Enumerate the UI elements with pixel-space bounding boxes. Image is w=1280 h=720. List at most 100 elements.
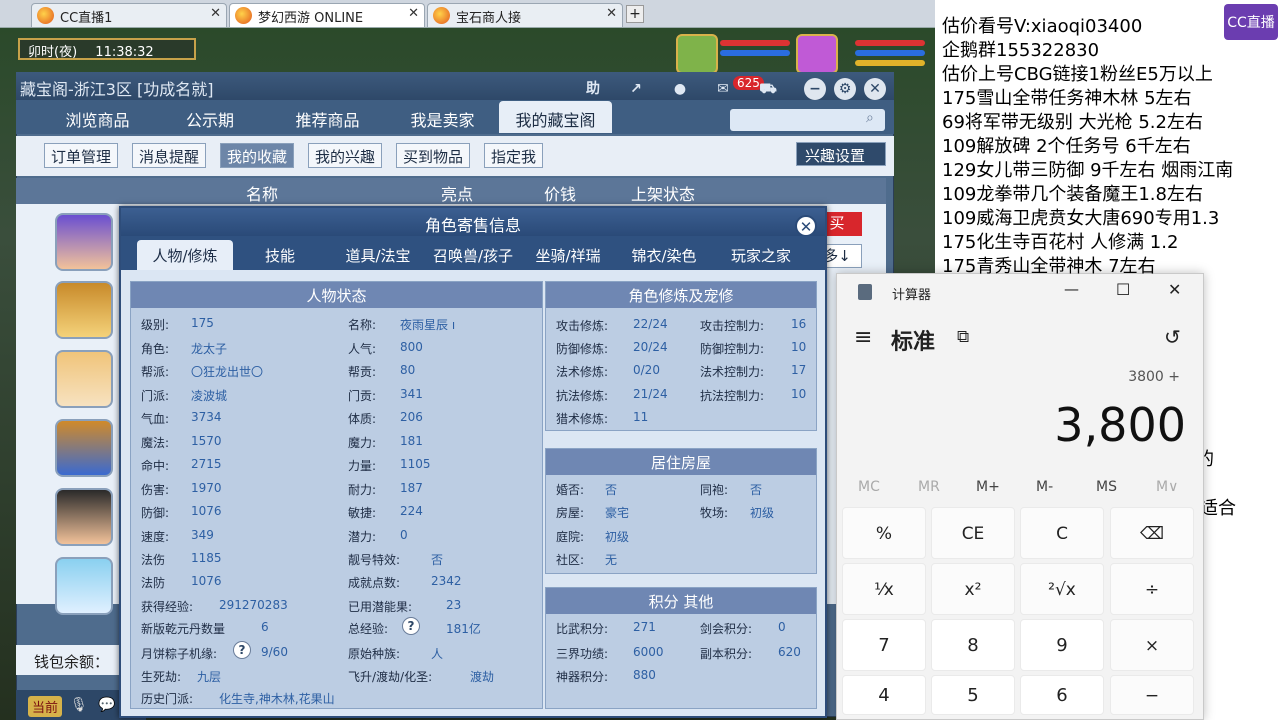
- tab-browse[interactable]: 浏览商品: [50, 101, 145, 133]
- current-channel-button[interactable]: 当前: [28, 696, 63, 717]
- memory-button-4[interactable]: MS: [1096, 479, 1117, 495]
- calc-key[interactable]: x²: [931, 563, 1015, 615]
- score-value: 271: [633, 620, 656, 634]
- search-icon[interactable]: ⌕: [866, 110, 874, 126]
- tab-player-home[interactable]: 玩家之家: [722, 240, 800, 270]
- my-interest-button[interactable]: 我的兴趣: [308, 143, 383, 168]
- calc-key[interactable]: ⌫: [1110, 507, 1194, 559]
- avatar[interactable]: [55, 350, 113, 408]
- calc-key[interactable]: %: [842, 507, 926, 559]
- calc-key[interactable]: 7: [842, 619, 926, 671]
- calc-key[interactable]: CE: [931, 507, 1015, 559]
- tab-skills[interactable]: 技能: [246, 240, 314, 270]
- tab-label: 梦幻西游 ONLINE: [258, 11, 364, 26]
- chat-icon[interactable]: 💬: [98, 697, 115, 713]
- control-label: 抗法控制力:: [700, 389, 765, 403]
- pet-portrait[interactable]: [676, 34, 718, 74]
- score-label: 剑会积分:: [700, 622, 753, 636]
- maximize-button[interactable]: ☐: [1116, 280, 1130, 299]
- assigned-me-button[interactable]: 指定我: [484, 143, 544, 168]
- cultivation-panel-title: 角色修炼及宠修: [546, 282, 816, 308]
- game-clock-bar: 卯时(夜) 11:38:32: [18, 38, 196, 60]
- col-name: 名称: [246, 185, 279, 204]
- tab-character[interactable]: 人物/修炼: [137, 240, 233, 270]
- avatar[interactable]: [55, 213, 113, 271]
- tab-costumes[interactable]: 锦衣/染色: [626, 240, 702, 270]
- stat-value: 224: [400, 504, 423, 518]
- calc-key[interactable]: 9: [1020, 619, 1104, 671]
- bought-items-button[interactable]: 买到物品: [396, 143, 471, 168]
- cart-icon[interactable]: ⛟: [757, 78, 779, 100]
- tab-recommended[interactable]: 推荐商品: [280, 101, 375, 133]
- help-icon[interactable]: 助: [582, 78, 604, 100]
- calc-key[interactable]: 8: [931, 619, 1015, 671]
- history-icon[interactable]: ↺: [1164, 325, 1181, 349]
- avatar[interactable]: [55, 557, 113, 615]
- tab-gem-merchant[interactable]: 宝石商人接 ✕: [427, 3, 623, 27]
- help-icon[interactable]: ?: [402, 617, 420, 635]
- stat-label: 靓号特效:: [348, 553, 401, 567]
- memory-button-1[interactable]: MR: [918, 479, 940, 495]
- stat-value: 349: [191, 528, 214, 542]
- tab-mounts[interactable]: 坐骑/祥瑞: [530, 240, 606, 270]
- close-tab-icon[interactable]: ✕: [210, 6, 221, 21]
- calc-key[interactable]: ÷: [1110, 563, 1194, 615]
- avatar[interactable]: [55, 419, 113, 477]
- my-favorites-button[interactable]: 我的收藏: [220, 143, 295, 168]
- menu-icon[interactable]: ≡: [854, 325, 872, 350]
- help-icon[interactable]: ?: [233, 641, 251, 659]
- message-remind-button[interactable]: 消息提醒: [132, 143, 207, 168]
- close-tab-icon[interactable]: ✕: [408, 6, 419, 21]
- cultivation-value: 21/24: [633, 387, 668, 401]
- interest-settings-button[interactable]: 兴趣设置: [796, 142, 886, 166]
- minimize-button[interactable]: —: [1064, 280, 1079, 298]
- minimize-icon[interactable]: −: [804, 78, 826, 100]
- calc-key[interactable]: ×: [1110, 619, 1194, 671]
- calc-key[interactable]: C: [1020, 507, 1104, 559]
- avatar[interactable]: [55, 488, 113, 546]
- stat-label: 门派:: [141, 389, 170, 403]
- close-icon[interactable]: ✕: [864, 78, 886, 100]
- tab-seller[interactable]: 我是卖家: [395, 101, 490, 133]
- stat-value: 龙太子: [191, 342, 228, 356]
- record-icon[interactable]: ●: [669, 78, 691, 100]
- keep-on-top-icon[interactable]: ⧉: [957, 327, 969, 347]
- new-tab-button[interactable]: +: [626, 5, 644, 23]
- calc-key[interactable]: −: [1110, 675, 1194, 715]
- message-icon[interactable]: ✉: [712, 78, 734, 100]
- tab-items[interactable]: 道具/法宝: [336, 240, 420, 270]
- dialog-close-icon[interactable]: ✕: [795, 215, 817, 237]
- stat-value: 1970: [191, 481, 222, 495]
- player-hp-bar: [855, 40, 925, 46]
- player-portrait[interactable]: [796, 34, 838, 74]
- tab-public[interactable]: 公示期: [170, 101, 250, 133]
- avatar[interactable]: [55, 281, 113, 339]
- calc-key[interactable]: ¹⁄x: [842, 563, 926, 615]
- tab-pets[interactable]: 召唤兽/孩子: [428, 240, 518, 270]
- stat-value: 3734: [191, 410, 222, 424]
- close-tab-icon[interactable]: ✕: [606, 6, 617, 21]
- control-label: 法术控制力:: [700, 365, 765, 379]
- stat-label: 成就点数:: [348, 576, 401, 590]
- search-input[interactable]: [730, 109, 885, 131]
- share-icon[interactable]: ↗: [625, 78, 647, 100]
- tab-my-cbg[interactable]: 我的藏宝阁: [499, 101, 612, 133]
- stat-label: 级别:: [141, 318, 170, 332]
- memory-button-3[interactable]: M-: [1036, 479, 1053, 495]
- cultivation-value: 20/24: [633, 340, 668, 354]
- close-button[interactable]: ✕: [1168, 280, 1181, 299]
- calc-key[interactable]: 4: [842, 675, 926, 715]
- calc-key[interactable]: ²√x: [1020, 563, 1104, 615]
- memory-button-0[interactable]: MC: [858, 479, 880, 495]
- memory-button-5[interactable]: M∨: [1156, 479, 1178, 495]
- calc-key[interactable]: 6: [1020, 675, 1104, 715]
- memory-button-2[interactable]: M+: [976, 479, 1000, 495]
- settings-gear-icon[interactable]: ⚙: [834, 78, 856, 100]
- order-manage-button[interactable]: 订单管理: [44, 143, 119, 168]
- tab-menghuan[interactable]: 梦幻西游 ONLINE ✕: [229, 3, 425, 27]
- stat-label: 法防: [141, 576, 166, 590]
- calc-key[interactable]: 5: [931, 675, 1015, 715]
- mic-icon[interactable]: 🎙: [70, 697, 88, 713]
- stat-value: 6: [261, 620, 269, 634]
- tab-cc-live[interactable]: CC直播1 ✕: [31, 3, 227, 27]
